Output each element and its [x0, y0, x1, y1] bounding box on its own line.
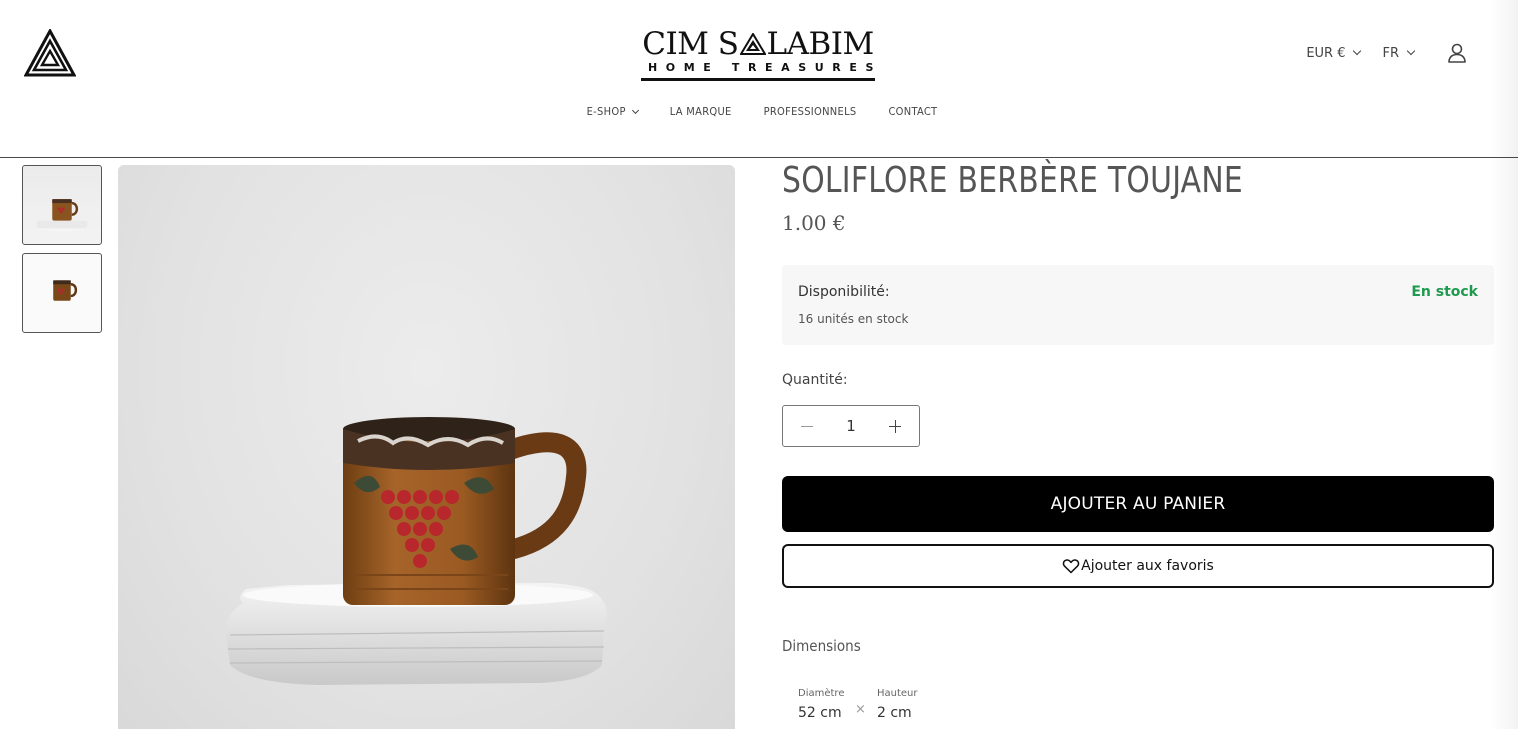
availability-panel: Disponibilité: 16 unités en stock En sto… — [782, 265, 1494, 345]
dimension-label: Hauteur — [877, 688, 918, 699]
chevron-down-icon — [631, 106, 639, 114]
brand-underline — [641, 78, 875, 81]
gallery-thumbnail-2[interactable] — [22, 253, 102, 333]
brand-triangle-icon — [739, 33, 766, 55]
nav-item-la-marque[interactable]: LA MARQUE — [670, 105, 732, 118]
heart-icon — [1062, 559, 1080, 574]
language-label: FR — [1382, 45, 1399, 61]
quantity-label: Quantité: — [782, 372, 848, 388]
gallery-thumbnail-1[interactable] — [22, 165, 102, 245]
dimension-separator: × — [855, 702, 866, 717]
main-nav: E-SHOP LA MARQUE PROFESSIONNELS CONTACT — [0, 105, 1518, 118]
brand-name: CIM S LABIM — [642, 26, 874, 62]
site-header: CIM S LABIM HOME TREASURES EUR € FR E-SHO… — [0, 0, 1518, 158]
product-title: SOLIFLORE BERBÈRE TOUJANE — [782, 160, 1243, 201]
quantity-increase-button[interactable] — [888, 419, 902, 433]
availability-label: Disponibilité: — [798, 284, 890, 300]
add-to-favorites-button[interactable]: Ajouter aux favoris — [782, 544, 1494, 588]
header-tools: EUR € FR — [1306, 40, 1468, 66]
add-to-cart-button[interactable]: AJOUTER AU PANIER — [782, 476, 1494, 532]
product-price: 1.00 € — [782, 211, 846, 235]
dimension-label: Diamètre — [798, 688, 845, 699]
dimension-value: 2 cm — [877, 705, 912, 721]
dimension-height: Hauteur 2 cm — [877, 688, 918, 721]
quantity-decrease-button[interactable] — [800, 419, 814, 433]
brand-tagline: HOME TREASURES — [648, 61, 883, 74]
availability-units: 16 unités en stock — [798, 312, 909, 326]
dimension-diameter: Diamètre 52 cm — [798, 688, 844, 721]
stock-status-badge: En stock — [1411, 284, 1478, 300]
dimension-value: 52 cm — [798, 705, 842, 721]
currency-label: EUR € — [1306, 45, 1346, 61]
quantity-stepper — [782, 405, 920, 447]
mug-product-photo — [225, 417, 607, 685]
brand-logo[interactable]: CIM S LABIM HOME TREASURES — [640, 28, 876, 88]
add-to-favorites-label: Ajouter aux favoris — [1081, 558, 1214, 574]
dimensions-title: Dimensions — [782, 637, 861, 655]
currency-selector[interactable]: EUR € — [1306, 45, 1362, 61]
language-selector[interactable]: FR — [1382, 45, 1416, 61]
quantity-input[interactable] — [831, 417, 871, 435]
account-icon[interactable] — [1446, 42, 1468, 64]
mug-on-stone-thumbnail — [36, 199, 88, 232]
nav-item-professionnels[interactable]: PROFESSIONNELS — [764, 105, 857, 118]
nav-item-eshop[interactable]: E-SHOP — [587, 105, 639, 118]
chevron-down-icon — [1353, 46, 1362, 56]
mug-thumbnail — [53, 280, 78, 301]
chevron-down-icon — [1406, 46, 1416, 56]
nav-item-contact[interactable]: CONTACT — [888, 105, 937, 118]
triangle-logo-icon[interactable] — [24, 29, 76, 77]
product-main-image[interactable] — [118, 165, 735, 729]
